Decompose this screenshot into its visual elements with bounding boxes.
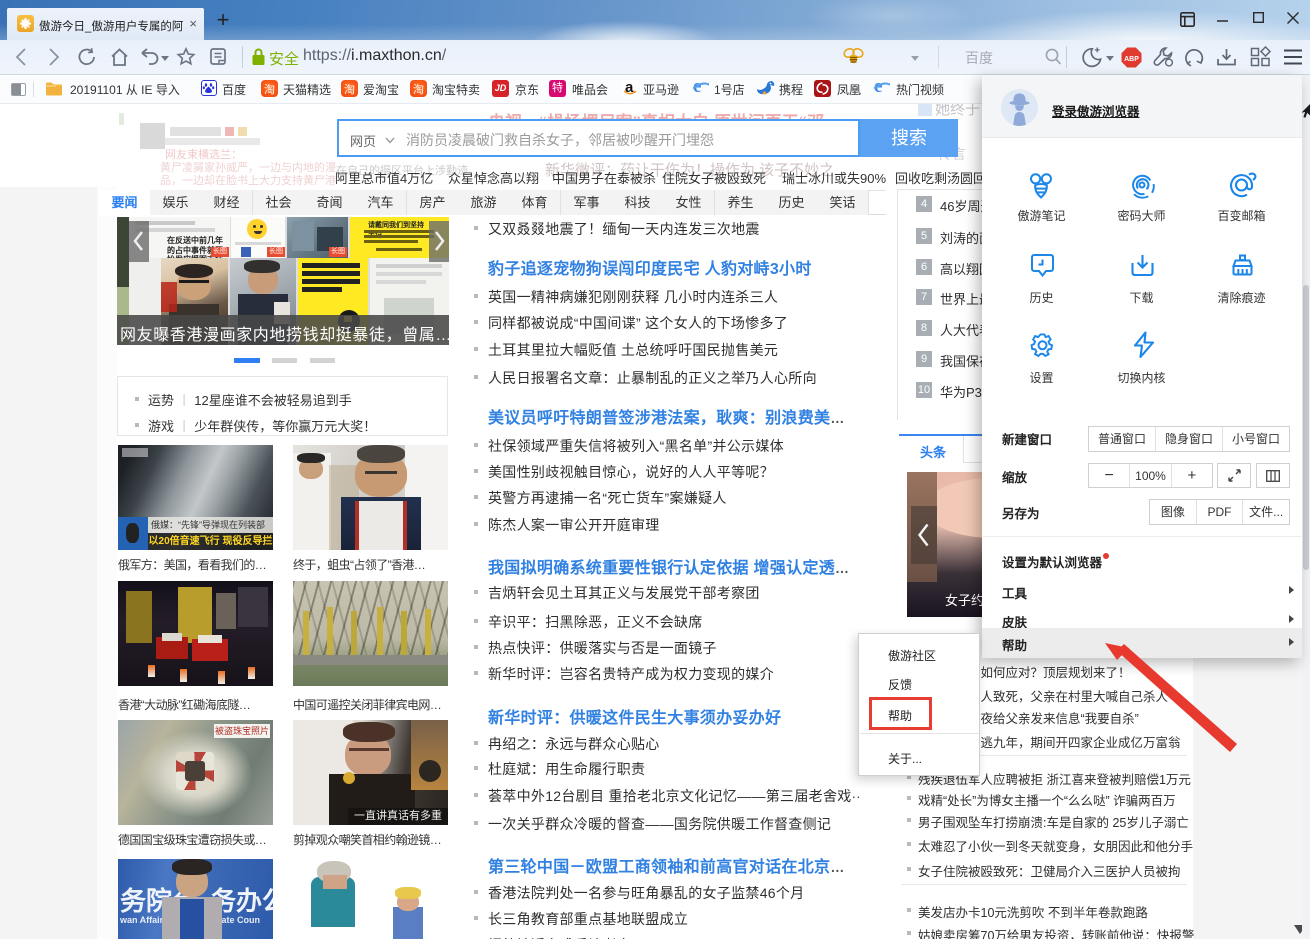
svg-text:ABP: ABP [1124, 56, 1139, 63]
